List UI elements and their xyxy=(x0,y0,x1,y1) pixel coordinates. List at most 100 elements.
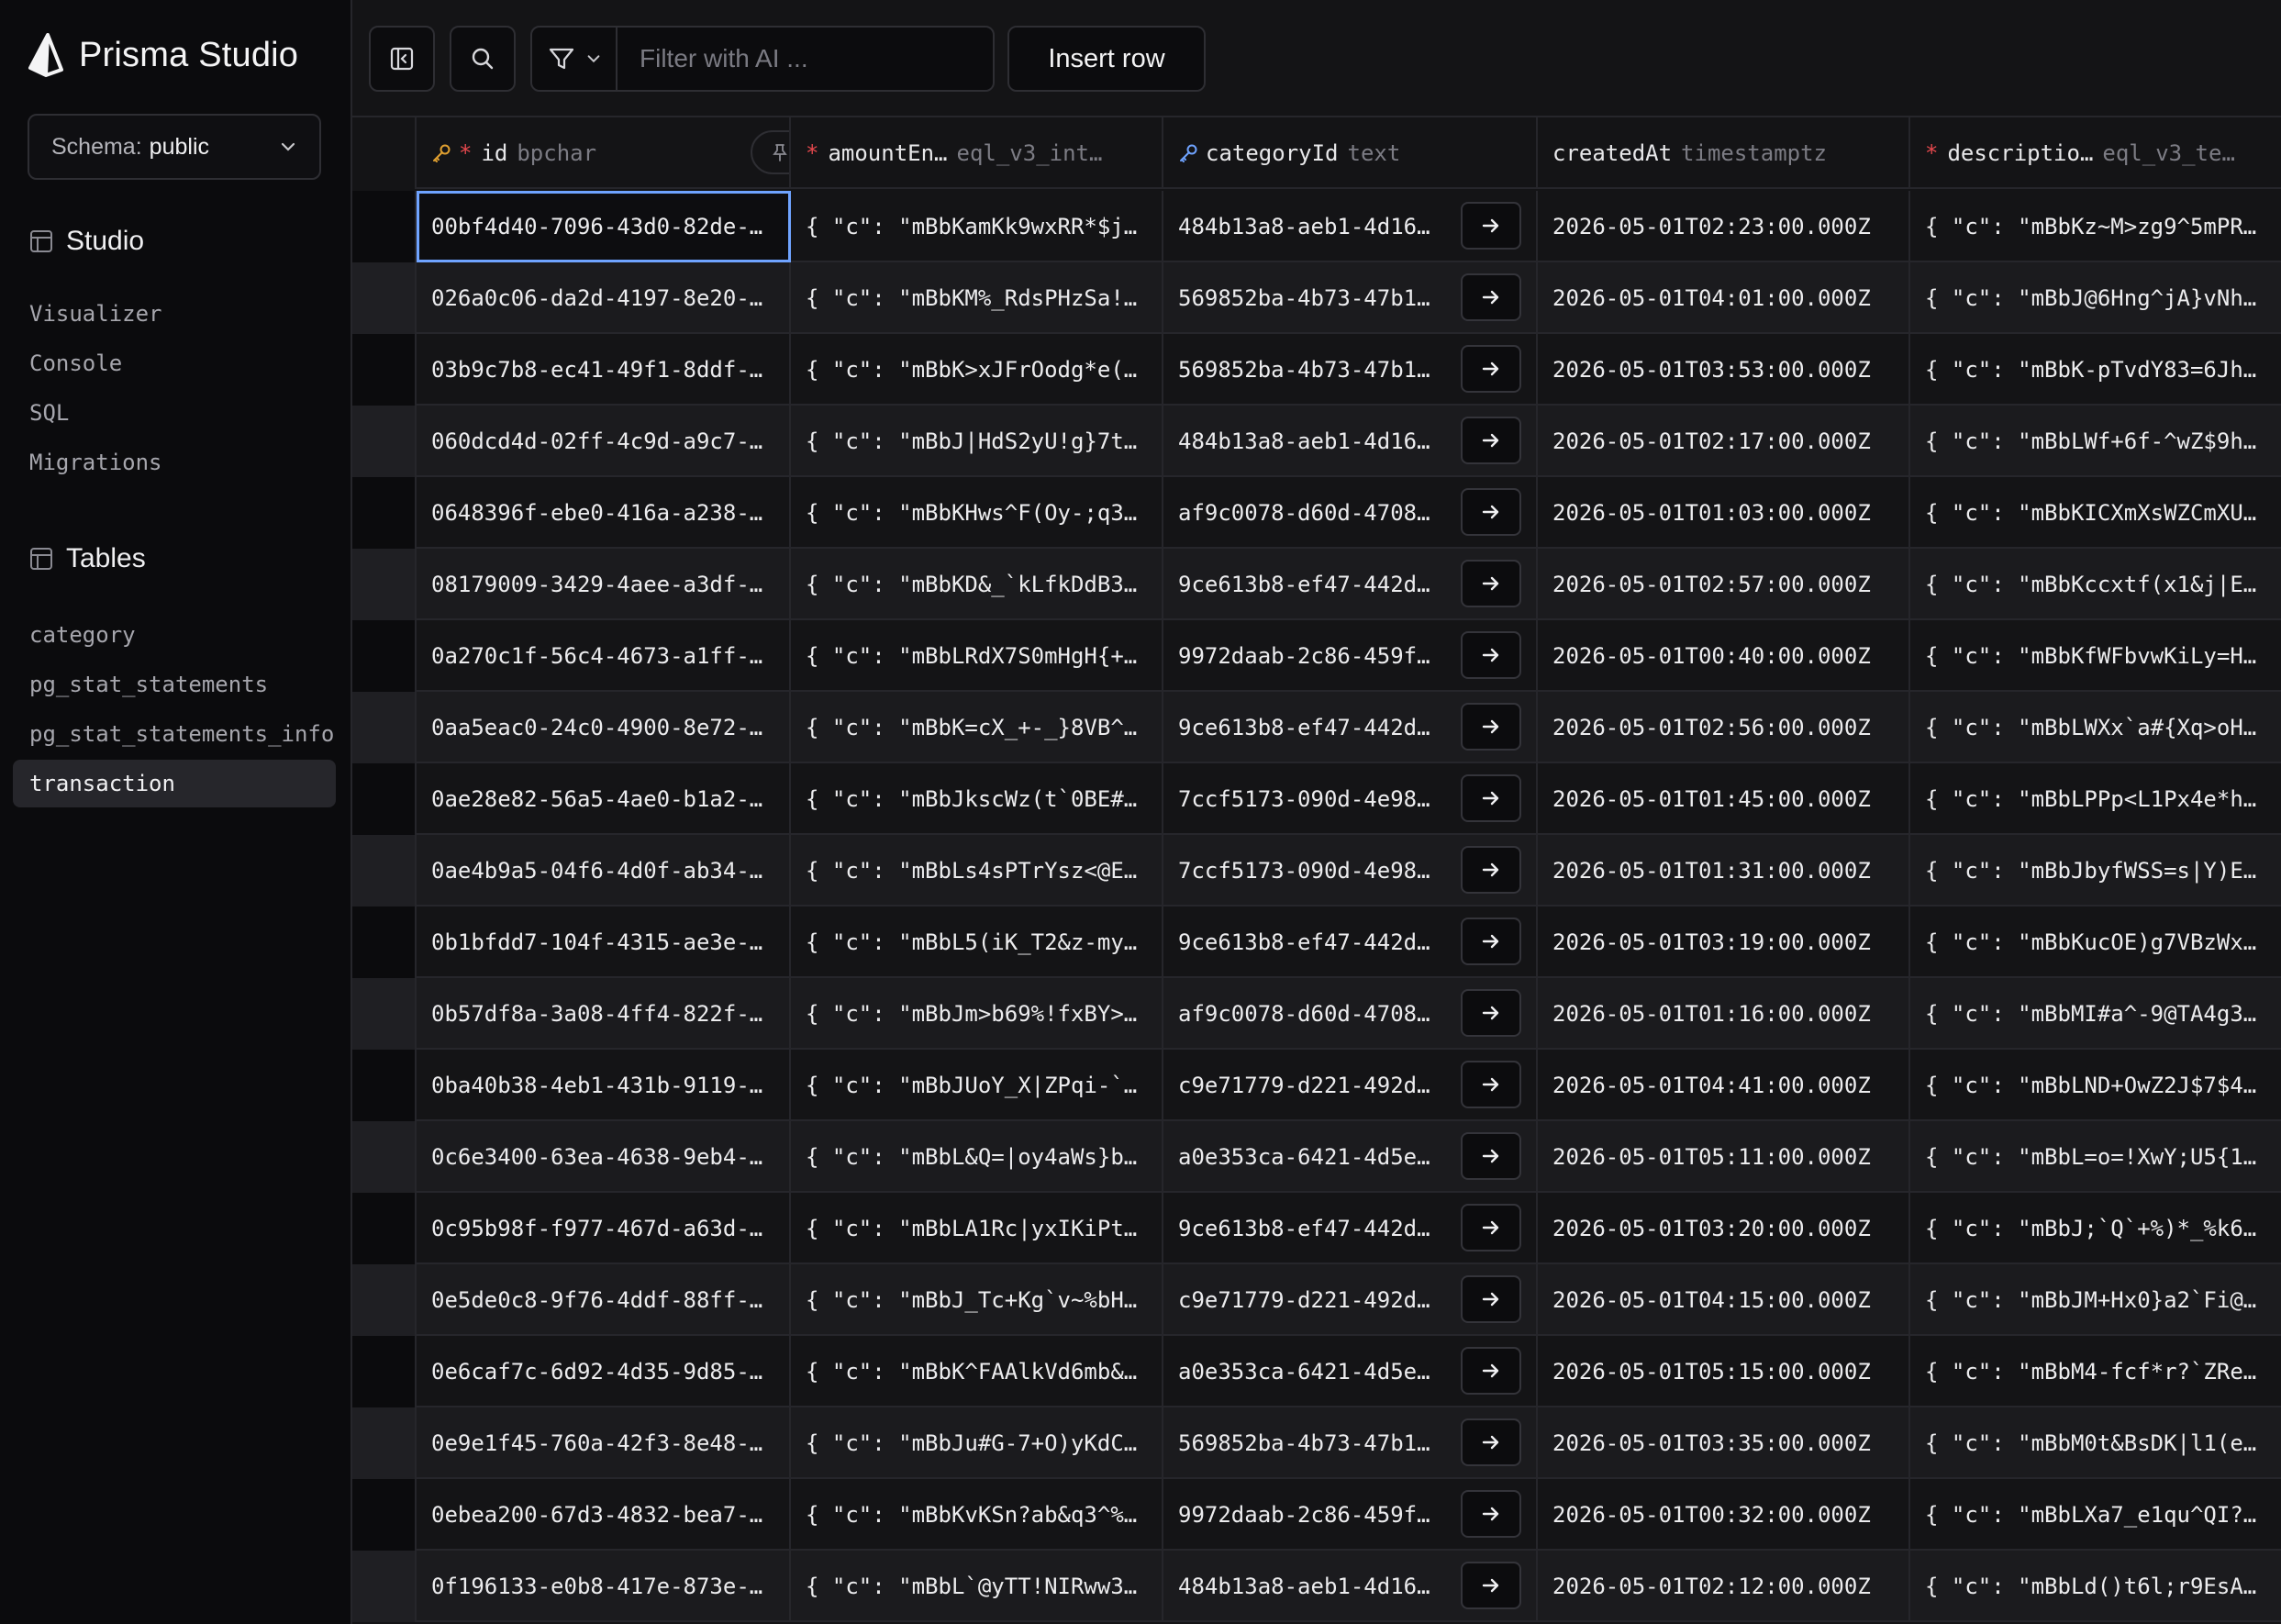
cell-description[interactable]: { "c": "mBbLND+OwZ2J$7$4… xyxy=(1910,1050,2281,1121)
cell-createdat[interactable]: 2026-05-01T01:03:00.000Z xyxy=(1538,477,1910,549)
cell-amount[interactable]: { "c": "mBbKamKk9wxRR*$j… xyxy=(791,191,1163,262)
open-relation-button[interactable] xyxy=(1461,1204,1521,1251)
cell-amount[interactable]: { "c": "mBbKM%_RdsPHzSa!… xyxy=(791,262,1163,334)
schema-select[interactable]: Schema: public xyxy=(28,114,321,180)
insert-row-button[interactable]: Insert row xyxy=(1007,26,1206,92)
cell-id[interactable]: 0f196133-e0b8-417e-873e-… xyxy=(417,1551,791,1622)
cell-amount[interactable]: { "c": "mBbK^FAAlkVd6mb&… xyxy=(791,1336,1163,1407)
cell-amount[interactable]: { "c": "mBbKD&_`kLfkDdB3… xyxy=(791,549,1163,620)
cell-createdat[interactable]: 2026-05-01T02:56:00.000Z xyxy=(1538,692,1910,763)
cell-createdat[interactable]: 2026-05-01T02:12:00.000Z xyxy=(1538,1551,1910,1622)
table-row[interactable]: 0c95b98f-f977-467d-a63d-… { "c": "mBbLA1R… xyxy=(352,1193,2281,1264)
cell-description[interactable]: { "c": "mBbJbyfWSS=s|Y)E… xyxy=(1910,835,2281,907)
cell-amount[interactable]: { "c": "mBbJ|HdS2yU!g}7t… xyxy=(791,406,1163,477)
cell-amount[interactable]: { "c": "mBbKvKSn?ab&q3^%… xyxy=(791,1479,1163,1551)
cell-description[interactable]: { "c": "mBbLWf+6f-^wZ$9h… xyxy=(1910,406,2281,477)
cell-description[interactable]: { "c": "mBbKICXmXsWZCmXU… xyxy=(1910,477,2281,549)
open-relation-button[interactable] xyxy=(1461,1418,1521,1466)
cell-categoryid[interactable]: 9ce613b8-ef47-442d… xyxy=(1163,692,1538,763)
cell-description[interactable]: { "c": "mBbM4-fcf*r?`ZRe… xyxy=(1910,1336,2281,1407)
nav-item-sql[interactable]: SQL xyxy=(29,400,69,426)
open-relation-button[interactable] xyxy=(1461,1562,1521,1609)
cell-createdat[interactable]: 2026-05-01T01:16:00.000Z xyxy=(1538,978,1910,1050)
cell-categoryid[interactable]: a0e353ca-6421-4d5e… xyxy=(1163,1121,1538,1193)
cell-categoryid[interactable]: 9972daab-2c86-459f… xyxy=(1163,620,1538,692)
cell-id[interactable]: 03b9c7b8-ec41-49f1-8ddf-… xyxy=(417,334,791,406)
cell-amount[interactable]: { "c": "mBbJu#G-7+O)yKdC… xyxy=(791,1407,1163,1479)
cell-id[interactable]: 060dcd4d-02ff-4c9d-a9c7-… xyxy=(417,406,791,477)
open-relation-button[interactable] xyxy=(1461,273,1521,321)
cell-id[interactable]: 0ebea200-67d3-4832-bea7-… xyxy=(417,1479,791,1551)
row-gutter[interactable] xyxy=(352,549,417,620)
cell-amount[interactable]: { "c": "mBbL5(iK_T2&z-my… xyxy=(791,907,1163,978)
open-relation-button[interactable] xyxy=(1461,345,1521,393)
cell-categoryid[interactable]: 7ccf5173-090d-4e98… xyxy=(1163,835,1538,907)
open-relation-button[interactable] xyxy=(1461,1061,1521,1108)
open-relation-button[interactable] xyxy=(1461,631,1521,679)
cell-categoryid[interactable]: 484b13a8-aeb1-4d16… xyxy=(1163,406,1538,477)
column-header-categoryid[interactable]: categoryId text xyxy=(1163,117,1538,189)
cell-id[interactable]: 0b1bfdd7-104f-4315-ae3e-… xyxy=(417,907,791,978)
cell-amount[interactable]: { "c": "mBbJkscWz(t`0BE#… xyxy=(791,763,1163,835)
row-gutter[interactable] xyxy=(352,477,417,549)
filter-dropdown-button[interactable] xyxy=(532,28,618,90)
row-gutter[interactable] xyxy=(352,1407,417,1479)
cell-createdat[interactable]: 2026-05-01T02:23:00.000Z xyxy=(1538,191,1910,262)
cell-categoryid[interactable]: 9ce613b8-ef47-442d… xyxy=(1163,1193,1538,1264)
cell-createdat[interactable]: 2026-05-01T00:40:00.000Z xyxy=(1538,620,1910,692)
open-relation-button[interactable] xyxy=(1461,774,1521,822)
cell-id[interactable]: 0a270c1f-56c4-4673-a1ff-… xyxy=(417,620,791,692)
open-relation-button[interactable] xyxy=(1461,1490,1521,1538)
row-gutter[interactable] xyxy=(352,1121,417,1193)
open-relation-button[interactable] xyxy=(1461,703,1521,751)
open-relation-button[interactable] xyxy=(1461,488,1521,536)
cell-id[interactable]: 08179009-3429-4aee-a3df-… xyxy=(417,549,791,620)
cell-amount[interactable]: { "c": "mBbK>xJFrOodg*e(… xyxy=(791,334,1163,406)
cell-description[interactable]: { "c": "mBbJ@6Hng^jA}vNh… xyxy=(1910,262,2281,334)
cell-description[interactable]: { "c": "mBbLXa7_e1qu^QI?… xyxy=(1910,1479,2281,1551)
row-gutter[interactable] xyxy=(352,1551,417,1622)
table-row[interactable]: 08179009-3429-4aee-a3df-… { "c": "mBbKD&_… xyxy=(352,549,2281,620)
cell-amount[interactable]: { "c": "mBbKHws^F(Oy-;q3… xyxy=(791,477,1163,549)
cell-createdat[interactable]: 2026-05-01T04:15:00.000Z xyxy=(1538,1264,1910,1336)
row-gutter[interactable] xyxy=(352,334,417,406)
row-gutter[interactable] xyxy=(352,1193,417,1264)
table-row[interactable]: 026a0c06-da2d-4197-8e20-… { "c": "mBbKM%_… xyxy=(352,262,2281,334)
table-item-pg-stat-statements[interactable]: pg_stat_statements xyxy=(29,672,268,697)
cell-description[interactable]: { "c": "mBbKfWFbvwKiLy=H… xyxy=(1910,620,2281,692)
table-row[interactable]: 00bf4d40-7096-43d0-82de-… { "c": "mBbKamK… xyxy=(352,191,2281,262)
cell-categoryid[interactable]: 484b13a8-aeb1-4d16… xyxy=(1163,1551,1538,1622)
cell-createdat[interactable]: 2026-05-01T03:53:00.000Z xyxy=(1538,334,1910,406)
open-relation-button[interactable] xyxy=(1461,1347,1521,1395)
cell-categoryid[interactable]: c9e71779-d221-492d… xyxy=(1163,1264,1538,1336)
column-header-description[interactable]: * descriptio… eql_v3_te… xyxy=(1910,117,2281,189)
open-relation-button[interactable] xyxy=(1461,846,1521,894)
table-row[interactable]: 0ebea200-67d3-4832-bea7-… { "c": "mBbKvKS… xyxy=(352,1479,2281,1551)
cell-categoryid[interactable]: 9ce613b8-ef47-442d… xyxy=(1163,907,1538,978)
cell-createdat[interactable]: 2026-05-01T05:11:00.000Z xyxy=(1538,1121,1910,1193)
cell-id[interactable]: 0ae4b9a5-04f6-4d0f-ab34-… xyxy=(417,835,791,907)
cell-createdat[interactable]: 2026-05-01T02:17:00.000Z xyxy=(1538,406,1910,477)
open-relation-button[interactable] xyxy=(1461,417,1521,464)
open-relation-button[interactable] xyxy=(1461,560,1521,607)
table-row[interactable]: 0ba40b38-4eb1-431b-9119-… { "c": "mBbJUoY… xyxy=(352,1050,2281,1121)
cell-categoryid[interactable]: af9c0078-d60d-4708… xyxy=(1163,978,1538,1050)
table-row[interactable]: 0c6e3400-63ea-4638-9eb4-… { "c": "mBbL&Q=… xyxy=(352,1121,2281,1193)
cell-amount[interactable]: { "c": "mBbJm>b69%!fxBY>… xyxy=(791,978,1163,1050)
cell-createdat[interactable]: 2026-05-01T03:35:00.000Z xyxy=(1538,1407,1910,1479)
cell-description[interactable]: { "c": "mBbKccxtf(x1&j|E… xyxy=(1910,549,2281,620)
column-header-amount[interactable]: * amountEn… eql_v3_int… xyxy=(791,117,1163,189)
cell-createdat[interactable]: 2026-05-01T02:57:00.000Z xyxy=(1538,549,1910,620)
cell-id[interactable]: 0648396f-ebe0-416a-a238-… xyxy=(417,477,791,549)
cell-amount[interactable]: { "c": "mBbLRdX7S0mHgH{+… xyxy=(791,620,1163,692)
open-relation-button[interactable] xyxy=(1461,1132,1521,1180)
cell-id[interactable]: 0ba40b38-4eb1-431b-9119-… xyxy=(417,1050,791,1121)
cell-description[interactable]: { "c": "mBbJ;`Q`+%)*_%k6… xyxy=(1910,1193,2281,1264)
column-header-createdat[interactable]: createdAt timestamptz xyxy=(1538,117,1910,189)
row-gutter[interactable] xyxy=(352,262,417,334)
cell-categoryid[interactable]: 9972daab-2c86-459f… xyxy=(1163,1479,1538,1551)
cell-amount[interactable]: { "c": "mBbJUoY_X|ZPqi-`… xyxy=(791,1050,1163,1121)
table-row[interactable]: 0e5de0c8-9f76-4ddf-88ff-… { "c": "mBbJ_Tc… xyxy=(352,1264,2281,1336)
cell-categoryid[interactable]: a0e353ca-6421-4d5e… xyxy=(1163,1336,1538,1407)
row-gutter[interactable] xyxy=(352,978,417,1050)
